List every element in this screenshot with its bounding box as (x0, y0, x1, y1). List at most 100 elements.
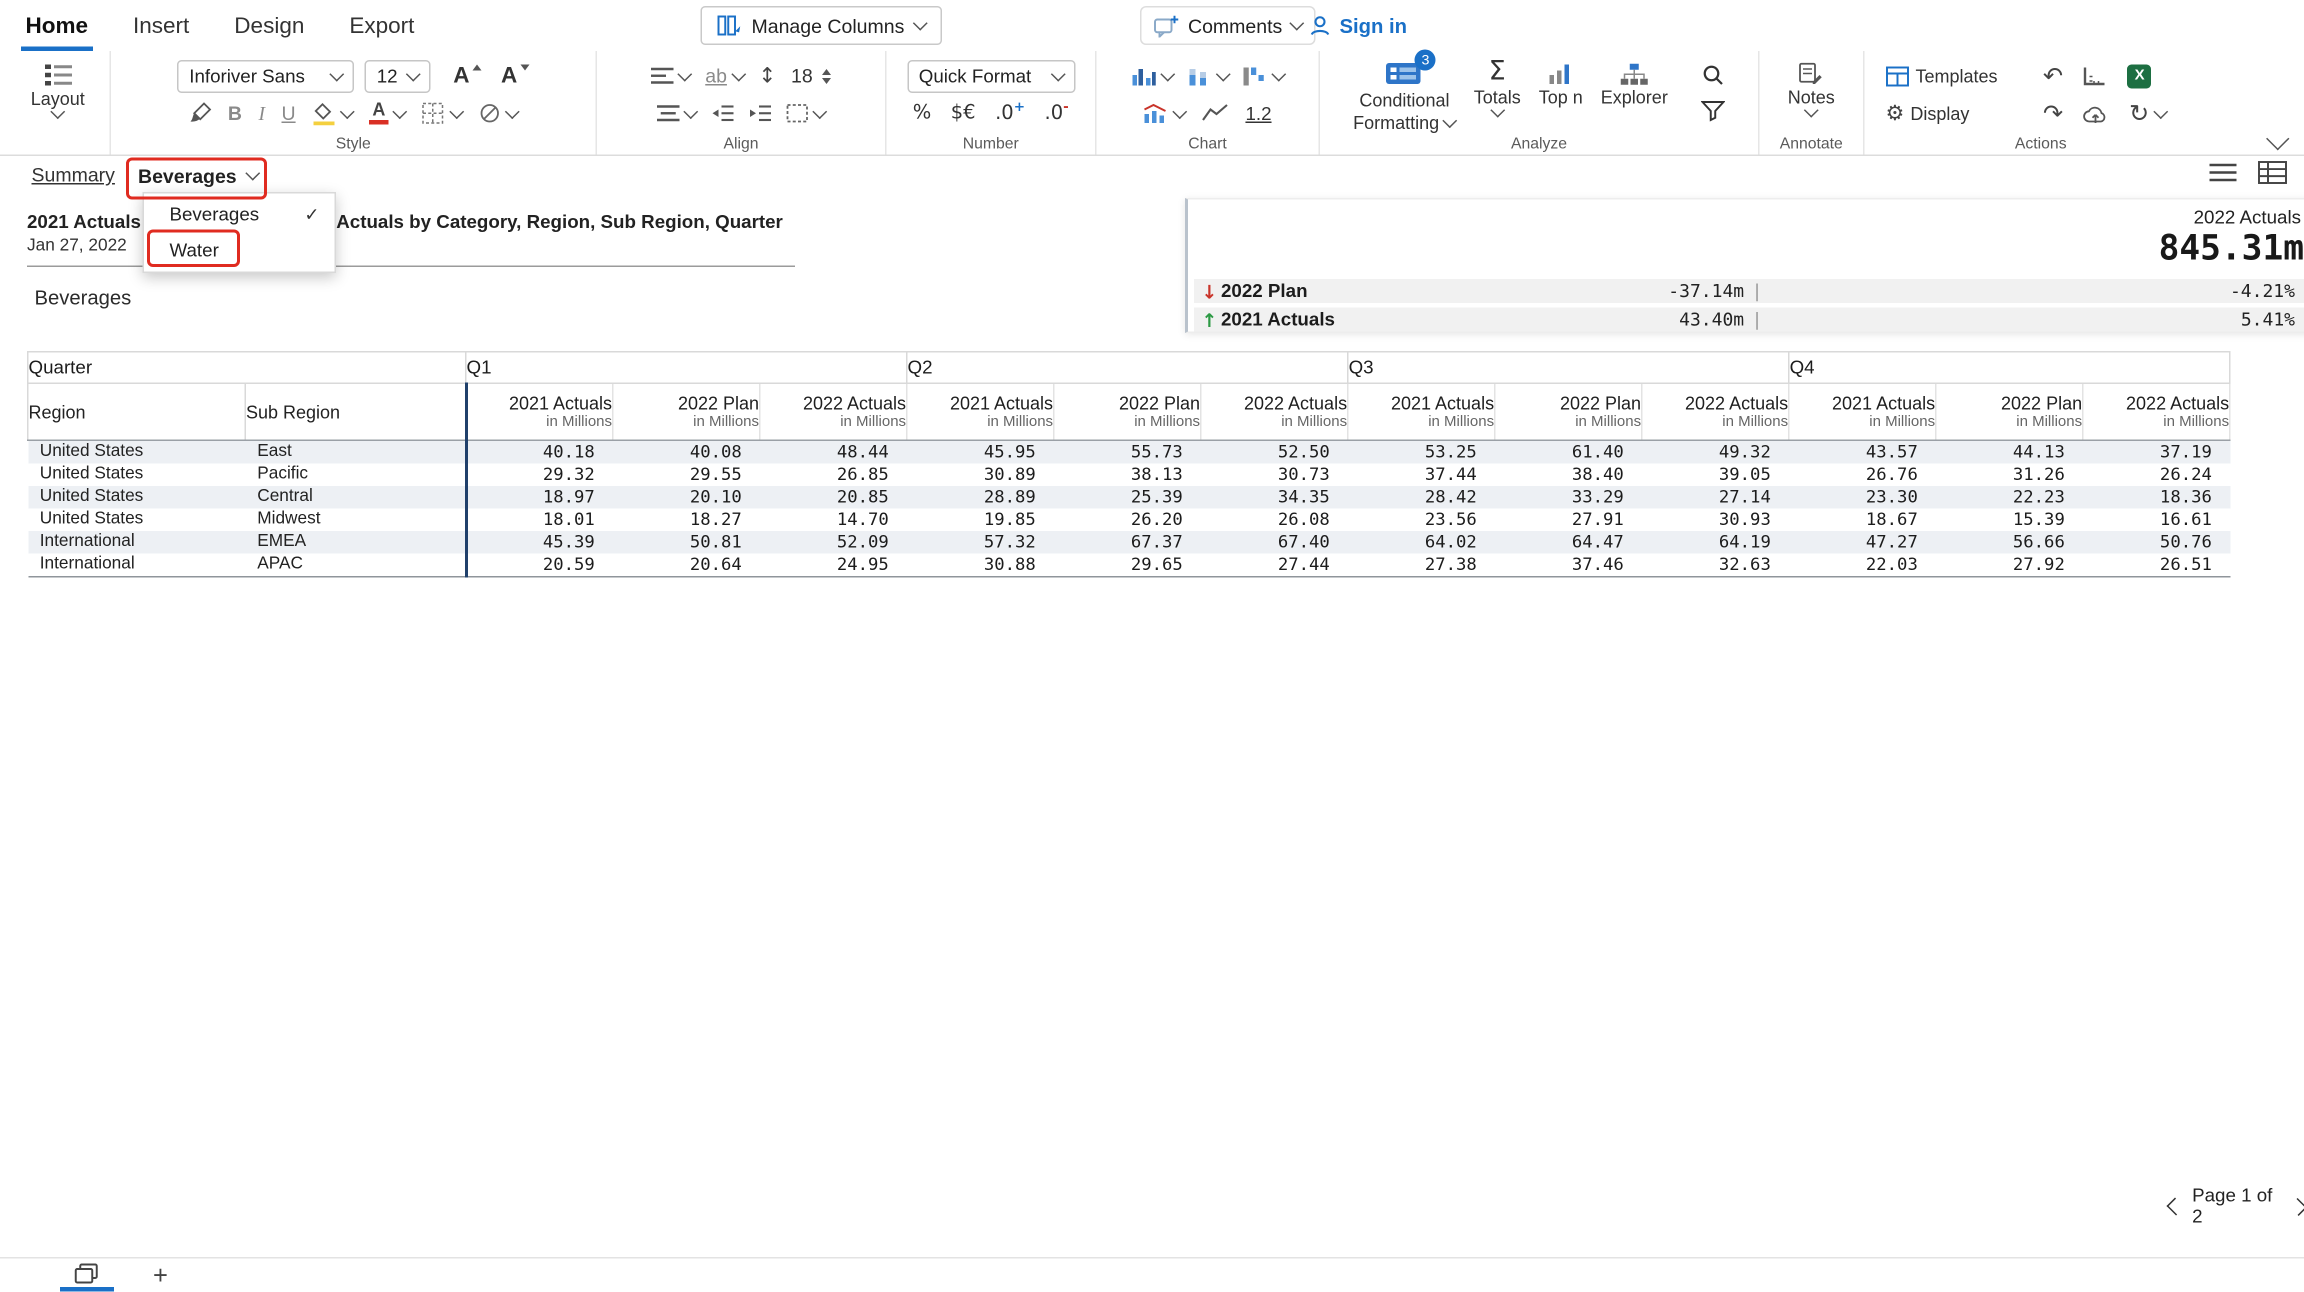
value-cell[interactable]: 28.89 (907, 486, 1054, 509)
value-cell[interactable]: 38.13 (1054, 464, 1201, 487)
menu-tab-insert[interactable]: Insert (129, 0, 194, 51)
measure-header-q2-2022-plan[interactable]: 2022 Planin Millions (1054, 383, 1201, 440)
format-painter-icon[interactable] (189, 102, 212, 125)
line-spacing-icon[interactable]: ↕ (758, 64, 776, 88)
value-cell[interactable]: 37.19 (2083, 440, 2230, 463)
value-cell[interactable]: 26.85 (760, 464, 907, 487)
list-view-icon[interactable] (2208, 161, 2238, 185)
value-cell[interactable]: 38.40 (1495, 464, 1642, 487)
decrease-font-size-button[interactable]: A (501, 65, 529, 88)
excel-export-icon[interactable]: X (2128, 64, 2152, 88)
decimal-places-button[interactable]: 1.2 (1245, 103, 1271, 124)
manage-columns-button[interactable]: Manage Columns (701, 6, 942, 45)
value-cell[interactable]: 37.46 (1495, 554, 1642, 577)
merge-cells-button[interactable] (786, 104, 825, 124)
measure-header-q3-2022-actuals[interactable]: 2022 Actualsin Millions (1642, 383, 1789, 440)
sub-region-cell[interactable]: Midwest (245, 509, 466, 532)
value-cell[interactable]: 22.03 (1789, 554, 1936, 577)
value-cell[interactable]: 19.85 (907, 509, 1054, 532)
value-cell[interactable]: 64.47 (1495, 531, 1642, 554)
value-cell[interactable]: 20.85 (760, 486, 907, 509)
row-height-stepper[interactable]: 18 (791, 65, 831, 88)
totals-button[interactable]: Σ Totals (1474, 59, 1521, 116)
measure-header-q3-2022-plan[interactable]: 2022 Planin Millions (1495, 383, 1642, 440)
value-cell[interactable]: 48.44 (760, 440, 907, 463)
sheet-tab[interactable] (60, 1259, 114, 1291)
fill-color-button[interactable] (312, 101, 353, 125)
search-icon[interactable] (1701, 63, 1725, 87)
measure-header-q3-2021-actuals[interactable]: 2021 Actualsin Millions (1348, 383, 1495, 440)
value-cell[interactable]: 30.89 (907, 464, 1054, 487)
value-cell[interactable]: 30.73 (1201, 464, 1348, 487)
filter-icon[interactable] (1701, 101, 1725, 122)
measure-header-q4-2022-plan[interactable]: 2022 Planin Millions (1936, 383, 2083, 440)
region-cell[interactable]: International (28, 531, 246, 554)
quarter-header-q4[interactable]: Q4 (1789, 352, 2230, 384)
sign-in-button[interactable]: Sign in (1308, 8, 1407, 44)
quick-format-select[interactable]: Quick Format (907, 59, 1075, 92)
notes-button[interactable]: Notes (1788, 57, 1835, 116)
value-cell[interactable]: 26.08 (1201, 509, 1348, 532)
value-cell[interactable]: 18.36 (2083, 486, 2230, 509)
menu-item-water[interactable]: Water (144, 233, 335, 269)
vertical-align-button[interactable] (657, 105, 696, 122)
comments-button[interactable]: Comments (1140, 6, 1315, 45)
value-cell[interactable]: 20.59 (466, 554, 613, 577)
font-color-button[interactable]: A (369, 102, 405, 125)
menu-tab-export[interactable]: Export (345, 0, 419, 51)
percent-format-button[interactable]: % (913, 102, 932, 125)
summary-link[interactable]: Summary (32, 164, 115, 187)
region-cell[interactable]: International (28, 554, 246, 577)
value-cell[interactable]: 52.50 (1201, 440, 1348, 463)
outdent-icon[interactable] (711, 105, 734, 122)
value-cell[interactable]: 28.42 (1348, 486, 1495, 509)
value-cell[interactable]: 18.97 (466, 486, 613, 509)
sub-region-cell[interactable]: East (245, 440, 466, 463)
redo-icon[interactable]: ↷ (2043, 101, 2063, 125)
sub-region-cell[interactable]: Central (245, 486, 466, 509)
italic-button[interactable]: I (258, 101, 265, 125)
quarter-header-q1[interactable]: Q1 (466, 352, 907, 384)
value-cell[interactable]: 29.32 (466, 464, 613, 487)
bar-chart-button[interactable] (1131, 65, 1173, 86)
value-cell[interactable]: 44.13 (1936, 440, 2083, 463)
menu-item-beverages[interactable]: Beverages ✓ (144, 197, 335, 233)
templates-button[interactable]: Templates (1886, 65, 2024, 86)
value-cell[interactable]: 24.95 (760, 554, 907, 577)
value-cell[interactable]: 27.44 (1201, 554, 1348, 577)
refresh-button[interactable]: ↻ (2129, 101, 2166, 125)
value-cell[interactable]: 26.24 (2083, 464, 2230, 487)
region-cell[interactable]: United States (28, 509, 246, 532)
measure-header-q2-2022-actuals[interactable]: 2022 Actualsin Millions (1201, 383, 1348, 440)
font-family-select[interactable]: Inforiver Sans (177, 59, 354, 92)
value-cell[interactable]: 52.09 (760, 531, 907, 554)
value-cell[interactable]: 49.32 (1642, 440, 1789, 463)
value-cell[interactable]: 27.92 (1936, 554, 2083, 577)
value-cell[interactable]: 15.39 (1936, 509, 2083, 532)
row-header-region[interactable]: Region (28, 383, 246, 440)
value-cell[interactable]: 27.38 (1348, 554, 1495, 577)
stacked-chart-button[interactable] (1187, 65, 1229, 86)
value-cell[interactable]: 64.19 (1642, 531, 1789, 554)
value-cell[interactable]: 40.08 (613, 440, 760, 463)
value-cell[interactable]: 37.44 (1348, 464, 1495, 487)
decrease-decimal-button[interactable]: .0- (1045, 101, 1069, 125)
measure-header-q1-2022-plan[interactable]: 2022 Planin Millions (613, 383, 760, 440)
clear-formatting-button[interactable] (479, 102, 518, 125)
underline-button[interactable]: U (282, 102, 296, 125)
display-button[interactable]: ⚙ Display (1886, 101, 2024, 125)
value-cell[interactable]: 34.35 (1201, 486, 1348, 509)
value-cell[interactable]: 33.29 (1495, 486, 1642, 509)
conditional-formatting-button[interactable]: 3 Conditional Formatting (1353, 59, 1456, 134)
value-cell[interactable]: 27.91 (1495, 509, 1642, 532)
currency-format-button[interactable]: $€ (951, 102, 976, 125)
value-cell[interactable]: 67.40 (1201, 531, 1348, 554)
value-cell[interactable]: 32.63 (1642, 554, 1789, 577)
collapse-ribbon-icon[interactable] (2266, 127, 2289, 150)
sub-region-cell[interactable]: APAC (245, 554, 466, 577)
value-cell[interactable]: 31.26 (1936, 464, 2083, 487)
value-cell[interactable]: 29.65 (1054, 554, 1201, 577)
value-cell[interactable]: 39.05 (1642, 464, 1789, 487)
measure-header-q1-2021-actuals[interactable]: 2021 Actualsin Millions (466, 383, 613, 440)
region-cell[interactable]: United States (28, 486, 246, 509)
